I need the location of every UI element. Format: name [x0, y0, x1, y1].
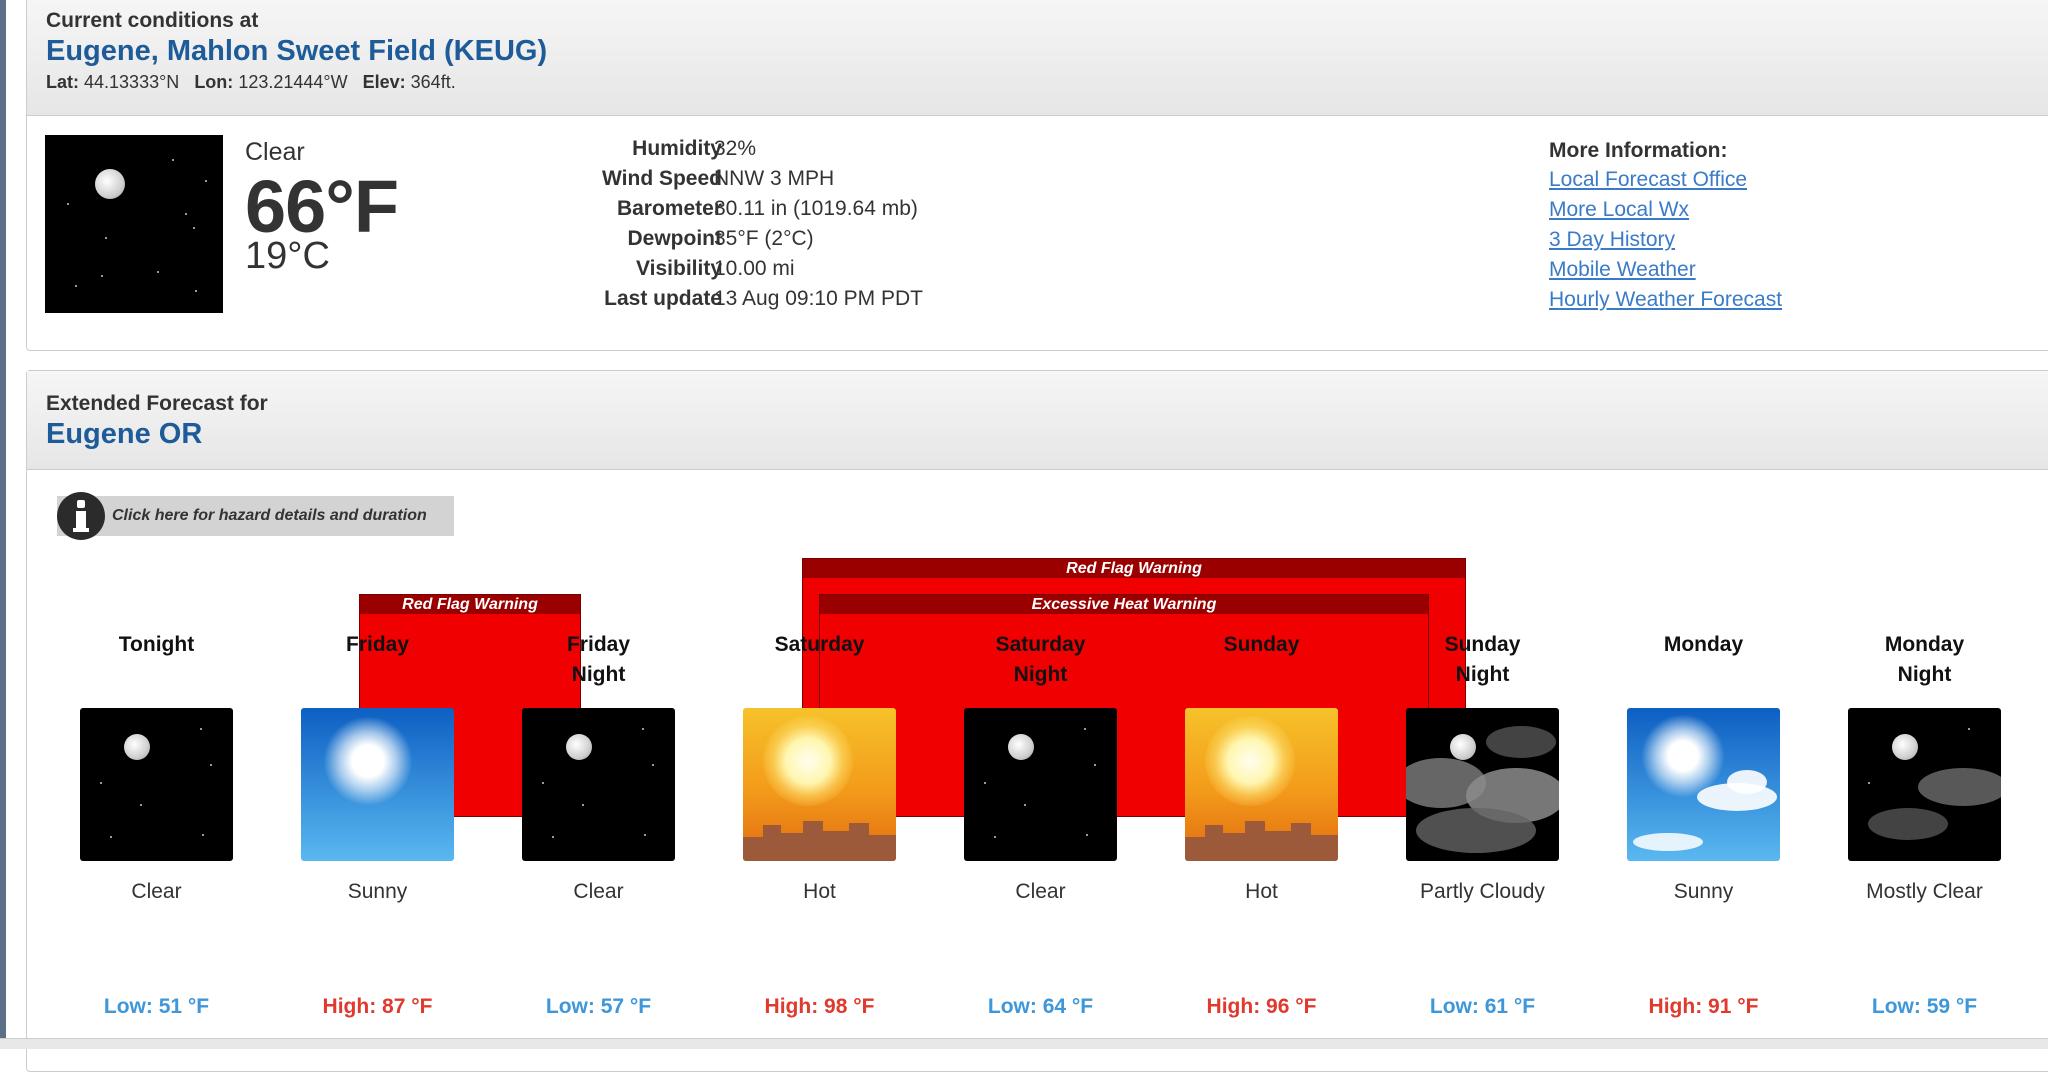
current-conditions-label: Current conditions at [46, 9, 259, 32]
station-coordinates: Lat: 44.13333°N Lon: 123.21444°W Elev: 3… [46, 72, 456, 93]
detail-value: 32% [714, 137, 757, 160]
current-conditions-header: Current conditions at Eugene, Mahlon Swe… [27, 0, 2048, 116]
night-clear-icon [522, 708, 675, 861]
info-icon [57, 492, 105, 540]
link-local-forecast-office[interactable]: Local Forecast Office [1549, 168, 1747, 192]
period-temperature: High: 96 °F [1206, 995, 1317, 1018]
period-description: Sunny [347, 880, 408, 903]
detail-value: 10.00 mi [714, 257, 795, 280]
period-name: Tonight [118, 633, 195, 656]
detail-wind-speed: Wind Speed NNW 3 MPH [520, 167, 1220, 197]
detail-dewpoint: Dewpoint 35°F (2°C) [520, 227, 1220, 257]
detail-label: Humidity [632, 137, 722, 160]
detail-label: Wind Speed [602, 167, 722, 190]
lat-label: Lat: [46, 72, 79, 92]
detail-label: Barometer [616, 197, 722, 220]
link-mobile-weather[interactable]: Mobile Weather [1549, 258, 1696, 282]
period-name: Monday Night [1884, 633, 1965, 686]
warning-title: Red Flag Warning [360, 595, 580, 614]
link-more-local-wx[interactable]: More Local Wx [1549, 198, 1689, 222]
forecast-location: Eugene OR [46, 418, 203, 450]
taskbar-edge [0, 1038, 2048, 1049]
detail-visibility: Visibility 10.00 mi [520, 257, 1220, 287]
period-name: Saturday Night [995, 633, 1086, 686]
detail-value: NNW 3 MPH [714, 167, 835, 190]
night-clear-icon [964, 708, 1117, 861]
detail-value: 13 Aug 09:10 PM PDT [714, 287, 923, 310]
period-name: Friday Night [566, 633, 631, 686]
night-clear-icon [80, 708, 233, 861]
detail-value: 30.11 in (1019.64 mb) [714, 197, 918, 220]
current-night-clear-icon [45, 135, 223, 313]
link-hourly-weather-forecast[interactable]: Hourly Weather Forecast [1549, 288, 1782, 312]
period-name: Monday [1663, 633, 1744, 656]
period-description: Mostly Clear [1866, 880, 1983, 903]
station-name: Eugene, Mahlon Sweet Field (KEUG) [46, 35, 548, 67]
period-description: Clear [573, 880, 624, 903]
period-description: Sunny [1673, 880, 1734, 903]
extended-forecast-label: Extended Forecast for [46, 392, 268, 415]
link-3-day-history[interactable]: 3 Day History [1549, 228, 1675, 252]
more-info-title: More Information: [1549, 139, 1728, 162]
period-temperature: Low: 51 °F [103, 995, 210, 1018]
window-left-edge [0, 0, 6, 1048]
period-temperature: Low: 59 °F [1871, 995, 1978, 1018]
lat-value: 44.13333°N [84, 72, 180, 92]
warning-title: Excessive Heat Warning [820, 595, 1428, 614]
warning-title: Red Flag Warning [803, 559, 1465, 578]
period-name: Sunday [1223, 633, 1300, 656]
detail-barometer: Barometer 30.11 in (1019.64 mb) [520, 197, 1220, 227]
hazard-details-button[interactable]: Click here for hazard details and durati… [57, 492, 454, 540]
mostly-clear-night-icon [1848, 708, 2001, 861]
hot-icon [1185, 708, 1338, 861]
period-description: Clear [131, 880, 182, 903]
detail-label: Visibility [636, 257, 722, 280]
period-description: Partly Cloudy [1420, 880, 1545, 903]
period-temperature: Low: 64 °F [987, 995, 1094, 1018]
period-temperature: High: 91 °F [1648, 995, 1759, 1018]
period-temperature: Low: 57 °F [545, 995, 652, 1018]
extended-forecast-header: Extended Forecast for Eugene OR [27, 371, 2048, 470]
period-description: Hot [1245, 880, 1278, 903]
detail-value: 35°F (2°C) [714, 227, 814, 250]
hazard-details-label: Click here for hazard details and durati… [112, 507, 427, 524]
elev-label: Elev: [362, 72, 406, 92]
sunny-clouds-icon [1627, 708, 1780, 861]
period-name: Saturday [774, 633, 865, 656]
period-temperature: High: 87 °F [322, 995, 433, 1018]
lon-label: Lon: [194, 72, 234, 92]
period-temperature: Low: 61 °F [1429, 995, 1536, 1018]
partly-cloudy-night-icon [1406, 708, 1559, 861]
lon-value: 123.21444°W [238, 72, 348, 92]
period-name: Sunday Night [1444, 633, 1521, 686]
detail-humidity: Humidity 32% [520, 137, 1220, 167]
current-condition: Clear [245, 138, 305, 166]
period-temperature: High: 98 °F [764, 995, 875, 1018]
detail-last-update: Last update 13 Aug 09:10 PM PDT [520, 287, 1220, 317]
period-description: Hot [803, 880, 836, 903]
period-name: Friday [345, 633, 410, 656]
period-description: Clear [1015, 880, 1066, 903]
current-temp-c: 19°C [245, 235, 330, 277]
elev-value: 364ft. [410, 72, 456, 92]
hot-icon [743, 708, 896, 861]
sunny-icon [301, 708, 454, 861]
detail-label: Dewpoint [627, 227, 723, 250]
detail-label: Last update [604, 287, 722, 310]
